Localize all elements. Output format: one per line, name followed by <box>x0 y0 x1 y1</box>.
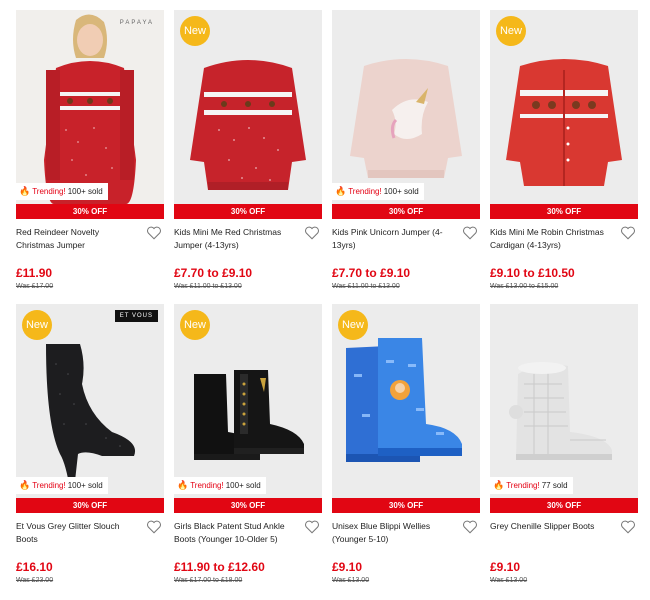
product-price: £9.10 <box>490 560 521 574</box>
trending-badge: 🔥 Trending! 100+ sold <box>16 183 108 200</box>
trending-badge: 🔥 Trending! 100+ sold <box>16 477 108 494</box>
discount-banner: 30% OFF <box>16 498 164 513</box>
discount-banner: 30% OFF <box>332 204 480 219</box>
new-badge: New <box>22 310 52 340</box>
sold-count: 100+ sold <box>225 481 261 490</box>
heart-icon[interactable] <box>620 520 636 534</box>
heart-icon[interactable] <box>304 226 320 240</box>
trending-label: Trending! <box>348 187 382 196</box>
heart-icon[interactable] <box>146 226 162 240</box>
trending-badge: 🔥 Trending! 100+ sold <box>174 477 266 494</box>
was-price: Was £17.00 to £18.00 <box>174 577 243 584</box>
product-name[interactable]: Et Vous Grey Glitter Slouch Boots <box>16 520 134 546</box>
new-badge: New <box>180 16 210 46</box>
discount-banner: 30% OFF <box>174 498 322 513</box>
product-name[interactable]: Girls Black Patent Stud Ankle Boots (You… <box>174 520 292 546</box>
was-price: Was £11.00 to £13.00 <box>174 283 242 290</box>
heart-icon[interactable] <box>304 520 320 534</box>
trending-badge: 🔥 Trending! 100+ sold <box>332 183 424 200</box>
brand-logo: ET VOUS <box>114 310 158 322</box>
product-name[interactable]: Red Reindeer Novelty Christmas Jumper <box>16 226 134 252</box>
product-price: £16.10 <box>16 560 53 574</box>
trending-badge: 🔥 Trending! 77 sold <box>490 477 573 494</box>
product-name[interactable]: Unisex Blue Blippi Wellies (Younger 5-10… <box>332 520 450 546</box>
product-price: £7.70 to £9.10 <box>174 266 253 280</box>
sold-count: 77 sold <box>541 481 568 490</box>
product-price: £9.10 to £10.50 <box>490 266 575 280</box>
product-image[interactable]: 🔥 Trending! 100+ sold <box>332 10 480 204</box>
heart-icon[interactable] <box>620 226 636 240</box>
sold-count: 100+ sold <box>67 187 103 196</box>
product-image[interactable]: New <box>332 304 480 498</box>
flame-icon: 🔥 <box>493 480 505 490</box>
trending-label: Trending! <box>32 481 66 490</box>
new-badge: New <box>338 310 368 340</box>
discount-banner: 30% OFF <box>16 204 164 219</box>
discount-banner: 30% OFF <box>490 498 638 513</box>
product-image[interactable]: New <box>174 10 322 204</box>
was-price: Was £23.00 <box>16 577 54 584</box>
heart-icon[interactable] <box>462 226 478 240</box>
product-image[interactable]: New 🔥 Trending! 100+ sold <box>174 304 322 498</box>
product-price: £11.90 <box>16 266 53 280</box>
product-image[interactable]: PAPAYA 🔥 Trending! 100+ sold <box>16 10 164 204</box>
product-name[interactable]: Kids Mini Me Robin Christmas Cardigan (4… <box>490 226 608 252</box>
product-image[interactable]: New <box>490 10 638 204</box>
product-price: £9.10 <box>332 560 363 574</box>
discount-banner: 30% OFF <box>332 498 480 513</box>
new-badge: New <box>496 16 526 46</box>
product-name[interactable]: Kids Pink Unicorn Jumper (4-13yrs) <box>332 226 450 252</box>
trending-label: Trending! <box>190 481 224 490</box>
new-badge: New <box>180 310 210 340</box>
flame-icon: 🔥 <box>19 186 31 196</box>
product-price: £7.70 to £9.10 <box>332 266 411 280</box>
flame-icon: 🔥 <box>335 186 347 196</box>
product-image[interactable]: 🔥 Trending! 77 sold <box>490 304 638 498</box>
discount-banner: 30% OFF <box>174 204 322 219</box>
sold-count: 100+ sold <box>383 187 419 196</box>
brand-logo: PAPAYA <box>119 20 154 26</box>
product-image[interactable]: New ET VOUS 🔥 Trending! 100+ sold <box>16 304 164 498</box>
product-name[interactable]: Kids Mini Me Red Christmas Jumper (4-13y… <box>174 226 292 252</box>
was-price: Was £13.00 to £15.00 <box>490 283 559 290</box>
flame-icon: 🔥 <box>19 480 31 490</box>
sold-count: 100+ sold <box>67 481 103 490</box>
was-price: Was £13.00 <box>332 577 370 584</box>
discount-banner: 30% OFF <box>490 204 638 219</box>
heart-icon[interactable] <box>462 520 478 534</box>
heart-icon[interactable] <box>146 520 162 534</box>
was-price: Was £17.00 <box>16 283 54 290</box>
flame-icon: 🔥 <box>177 480 189 490</box>
product-name[interactable]: Grey Chenille Slipper Boots <box>490 520 608 533</box>
was-price: Was £13.00 <box>490 577 528 584</box>
trending-label: Trending! <box>32 187 66 196</box>
product-price: £11.90 to £12.60 <box>174 560 265 574</box>
trending-label: Trending! <box>506 481 540 490</box>
was-price: Was £11.00 to £13.00 <box>332 283 400 290</box>
